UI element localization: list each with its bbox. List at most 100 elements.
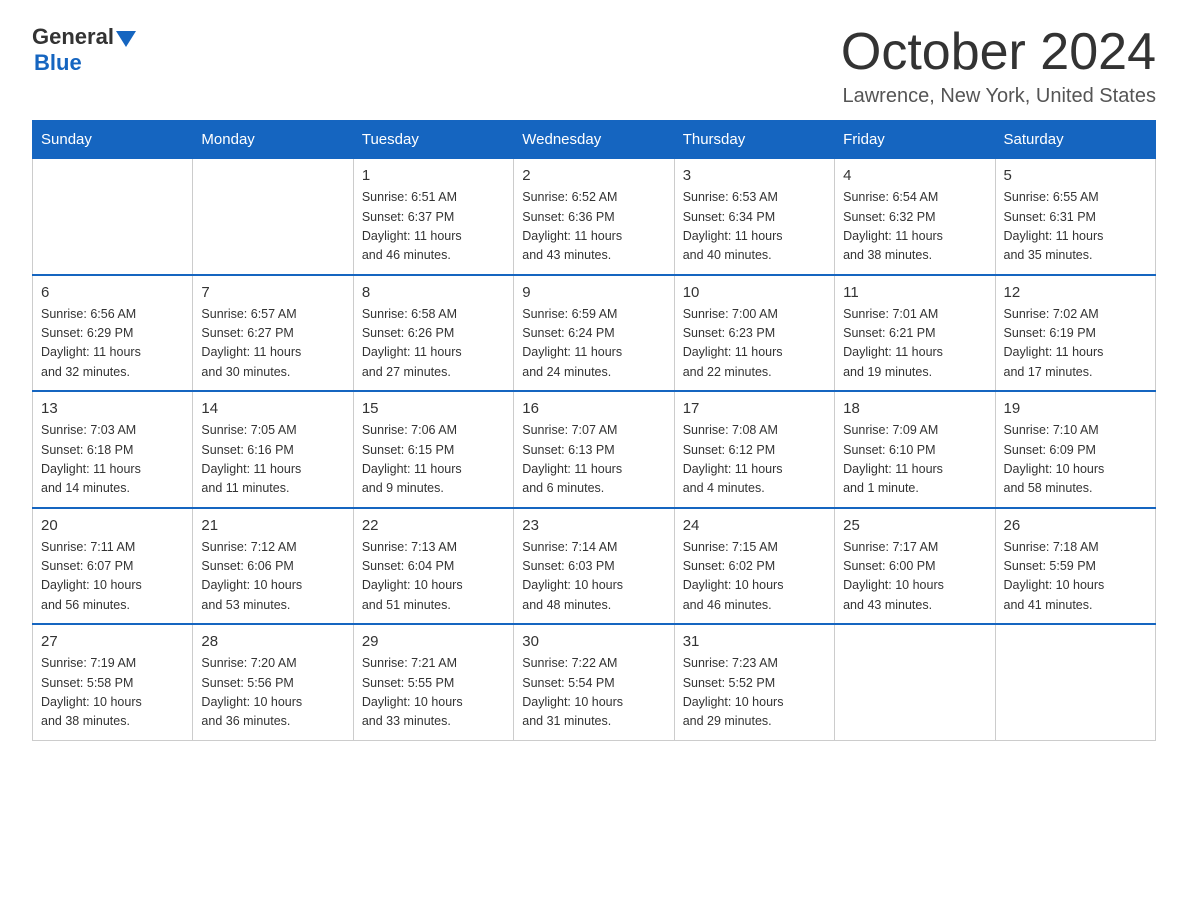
calendar-cell: 26 Sunrise: 7:18 AMSunset: 5:59 PMDayligh… — [995, 508, 1155, 625]
calendar-table: SundayMondayTuesdayWednesdayThursdayFrid… — [32, 120, 1156, 741]
calendar-cell: 13 Sunrise: 7:03 AMSunset: 6:18 PMDayligh… — [33, 391, 193, 508]
day-number: 17 — [683, 400, 826, 417]
day-number: 5 — [1004, 167, 1147, 184]
day-info: Sunrise: 6:55 AMSunset: 6:31 PMDaylight:… — [1004, 188, 1147, 266]
day-info: Sunrise: 7:02 AMSunset: 6:19 PMDaylight:… — [1004, 305, 1147, 383]
calendar-cell: 6 Sunrise: 6:56 AMSunset: 6:29 PMDaylight… — [33, 275, 193, 392]
day-info: Sunrise: 7:18 AMSunset: 5:59 PMDaylight:… — [1004, 538, 1147, 616]
day-number: 23 — [522, 517, 665, 534]
day-info: Sunrise: 7:22 AMSunset: 5:54 PMDaylight:… — [522, 654, 665, 732]
day-info: Sunrise: 7:09 AMSunset: 6:10 PMDaylight:… — [843, 421, 986, 499]
calendar-cell: 11 Sunrise: 7:01 AMSunset: 6:21 PMDayligh… — [835, 275, 995, 392]
day-info: Sunrise: 6:52 AMSunset: 6:36 PMDaylight:… — [522, 188, 665, 266]
day-number: 15 — [362, 400, 505, 417]
calendar-week-row: 20 Sunrise: 7:11 AMSunset: 6:07 PMDayligh… — [33, 508, 1156, 625]
day-info: Sunrise: 7:11 AMSunset: 6:07 PMDaylight:… — [41, 538, 184, 616]
calendar-cell: 2 Sunrise: 6:52 AMSunset: 6:36 PMDaylight… — [514, 159, 674, 275]
day-number: 6 — [41, 284, 184, 301]
calendar-cell: 15Sunrise: 7:06 AMSunset: 6:15 PMDayligh… — [353, 391, 513, 508]
day-number: 1 — [362, 167, 505, 184]
day-info: Sunrise: 6:53 AMSunset: 6:34 PMDaylight:… — [683, 188, 826, 266]
day-info: Sunrise: 7:15 AMSunset: 6:02 PMDaylight:… — [683, 538, 826, 616]
day-number: 14 — [201, 400, 344, 417]
day-number: 4 — [843, 167, 986, 184]
day-number: 12 — [1004, 284, 1147, 301]
calendar-week-row: 1 Sunrise: 6:51 AMSunset: 6:37 PMDaylight… — [33, 159, 1156, 275]
calendar-header-sunday: Sunday — [33, 121, 193, 159]
calendar-cell: 19 Sunrise: 7:10 AMSunset: 6:09 PMDayligh… — [995, 391, 1155, 508]
calendar-header-tuesday: Tuesday — [353, 121, 513, 159]
calendar-cell: 27Sunrise: 7:19 AMSunset: 5:58 PMDayligh… — [33, 624, 193, 740]
day-number: 19 — [1004, 400, 1147, 417]
day-number: 22 — [362, 517, 505, 534]
day-info: Sunrise: 7:12 AMSunset: 6:06 PMDaylight:… — [201, 538, 344, 616]
calendar-cell: 3 Sunrise: 6:53 AMSunset: 6:34 PMDaylight… — [674, 159, 834, 275]
calendar-cell: 25 Sunrise: 7:17 AMSunset: 6:00 PMDayligh… — [835, 508, 995, 625]
day-info: Sunrise: 7:19 AMSunset: 5:58 PMDaylight:… — [41, 654, 184, 732]
calendar-cell: 29 Sunrise: 7:21 AMSunset: 5:55 PMDayligh… — [353, 624, 513, 740]
day-number: 31 — [683, 633, 826, 650]
page-header: General Blue October 2024 Lawrence, New … — [32, 24, 1156, 108]
calendar-cell: 14 Sunrise: 7:05 AMSunset: 6:16 PMDayligh… — [193, 391, 353, 508]
day-number: 29 — [362, 633, 505, 650]
day-number: 30 — [522, 633, 665, 650]
calendar-cell — [995, 624, 1155, 740]
logo-triangle-icon — [116, 31, 136, 47]
calendar-cell: 10Sunrise: 7:00 AMSunset: 6:23 PMDayligh… — [674, 275, 834, 392]
calendar-cell: 30 Sunrise: 7:22 AMSunset: 5:54 PMDayligh… — [514, 624, 674, 740]
logo: General Blue — [32, 24, 136, 76]
day-info: Sunrise: 7:10 AMSunset: 6:09 PMDaylight:… — [1004, 421, 1147, 499]
calendar-cell: 23 Sunrise: 7:14 AMSunset: 6:03 PMDayligh… — [514, 508, 674, 625]
day-info: Sunrise: 7:01 AMSunset: 6:21 PMDaylight:… — [843, 305, 986, 383]
day-info: Sunrise: 7:20 AMSunset: 5:56 PMDaylight:… — [201, 654, 344, 732]
day-info: Sunrise: 7:05 AMSunset: 6:16 PMDaylight:… — [201, 421, 344, 499]
calendar-cell: 20 Sunrise: 7:11 AMSunset: 6:07 PMDayligh… — [33, 508, 193, 625]
day-info: Sunrise: 6:58 AMSunset: 6:26 PMDaylight:… — [362, 305, 505, 383]
logo-blue-text: Blue — [32, 50, 136, 76]
day-info: Sunrise: 7:17 AMSunset: 6:00 PMDaylight:… — [843, 538, 986, 616]
day-info: Sunrise: 7:03 AMSunset: 6:18 PMDaylight:… — [41, 421, 184, 499]
day-info: Sunrise: 7:14 AMSunset: 6:03 PMDaylight:… — [522, 538, 665, 616]
calendar-header-thursday: Thursday — [674, 121, 834, 159]
day-info: Sunrise: 6:54 AMSunset: 6:32 PMDaylight:… — [843, 188, 986, 266]
calendar-header-row: SundayMondayTuesdayWednesdayThursdayFrid… — [33, 121, 1156, 159]
day-number: 7 — [201, 284, 344, 301]
calendar-cell: 24 Sunrise: 7:15 AMSunset: 6:02 PMDayligh… — [674, 508, 834, 625]
day-info: Sunrise: 6:51 AMSunset: 6:37 PMDaylight:… — [362, 188, 505, 266]
day-number: 26 — [1004, 517, 1147, 534]
day-number: 24 — [683, 517, 826, 534]
month-title: October 2024 — [841, 24, 1156, 81]
day-number: 3 — [683, 167, 826, 184]
calendar-week-row: 6 Sunrise: 6:56 AMSunset: 6:29 PMDaylight… — [33, 275, 1156, 392]
day-number: 2 — [522, 167, 665, 184]
day-info: Sunrise: 7:21 AMSunset: 5:55 PMDaylight:… — [362, 654, 505, 732]
calendar-header-saturday: Saturday — [995, 121, 1155, 159]
calendar-cell: 5 Sunrise: 6:55 AMSunset: 6:31 PMDaylight… — [995, 159, 1155, 275]
day-number: 25 — [843, 517, 986, 534]
day-info: Sunrise: 6:56 AMSunset: 6:29 PMDaylight:… — [41, 305, 184, 383]
day-number: 9 — [522, 284, 665, 301]
calendar-cell: 4 Sunrise: 6:54 AMSunset: 6:32 PMDaylight… — [835, 159, 995, 275]
calendar-cell: 8Sunrise: 6:58 AMSunset: 6:26 PMDaylight… — [353, 275, 513, 392]
calendar-cell: 22Sunrise: 7:13 AMSunset: 6:04 PMDayligh… — [353, 508, 513, 625]
day-number: 11 — [843, 284, 986, 301]
title-block: October 2024 Lawrence, New York, United … — [841, 24, 1156, 108]
day-number: 10 — [683, 284, 826, 301]
day-number: 13 — [41, 400, 184, 417]
day-info: Sunrise: 6:59 AMSunset: 6:24 PMDaylight:… — [522, 305, 665, 383]
location-title: Lawrence, New York, United States — [841, 85, 1156, 108]
calendar-cell: 21Sunrise: 7:12 AMSunset: 6:06 PMDayligh… — [193, 508, 353, 625]
day-info: Sunrise: 7:07 AMSunset: 6:13 PMDaylight:… — [522, 421, 665, 499]
day-number: 20 — [41, 517, 184, 534]
calendar-cell — [835, 624, 995, 740]
calendar-cell — [193, 159, 353, 275]
day-number: 16 — [522, 400, 665, 417]
calendar-cell: 31 Sunrise: 7:23 AMSunset: 5:52 PMDayligh… — [674, 624, 834, 740]
calendar-week-row: 13 Sunrise: 7:03 AMSunset: 6:18 PMDayligh… — [33, 391, 1156, 508]
day-info: Sunrise: 7:23 AMSunset: 5:52 PMDaylight:… — [683, 654, 826, 732]
logo-general-text: General — [32, 24, 114, 50]
calendar-cell — [33, 159, 193, 275]
calendar-cell: 17Sunrise: 7:08 AMSunset: 6:12 PMDayligh… — [674, 391, 834, 508]
calendar-cell: 18Sunrise: 7:09 AMSunset: 6:10 PMDayligh… — [835, 391, 995, 508]
calendar-header-wednesday: Wednesday — [514, 121, 674, 159]
